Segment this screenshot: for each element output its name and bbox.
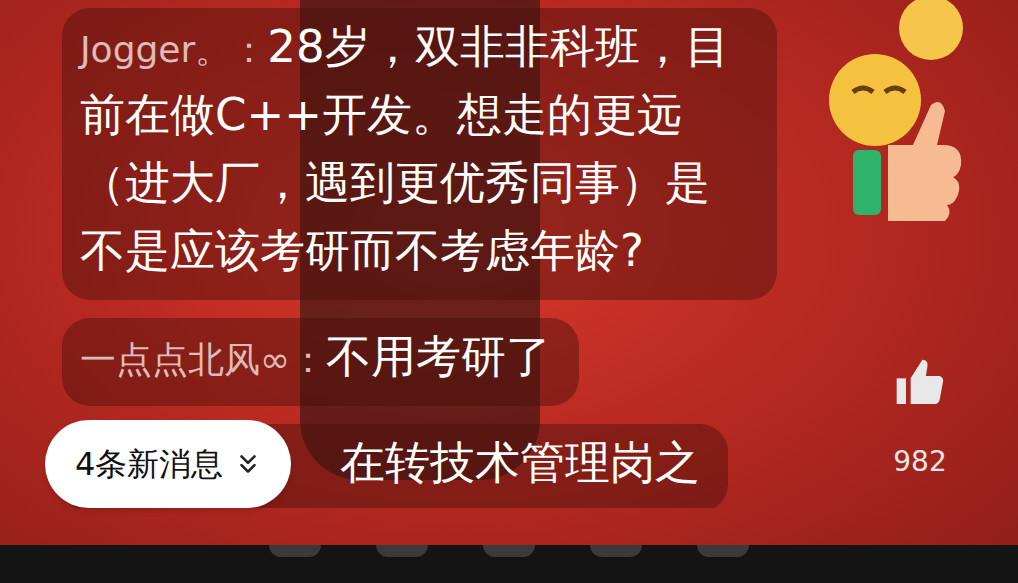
comment-text: 不用考研了 bbox=[326, 330, 551, 383]
comment-bubble[interactable]: Jogger。：28岁，双非非科班，目前在做C++开发。想走的更远（进大厂，遇到… bbox=[62, 8, 777, 300]
video-screen: Jogger。：28岁，双非非科班，目前在做C++开发。想走的更远（进大厂，遇到… bbox=[0, 0, 1018, 583]
comment-user[interactable]: Jogger。 bbox=[80, 29, 231, 70]
bottom-bar bbox=[0, 545, 1018, 583]
new-messages-button[interactable]: 4条新消息 bbox=[45, 420, 291, 508]
bottom-button[interactable] bbox=[483, 545, 535, 557]
comment-separator: ： bbox=[231, 29, 267, 70]
comment-user[interactable]: 一点点北风∞ bbox=[80, 339, 290, 380]
comment-separator: ： bbox=[290, 339, 326, 380]
new-messages-label: 4条新消息 bbox=[75, 440, 223, 488]
bottom-button[interactable] bbox=[269, 545, 321, 557]
like-control[interactable]: 982 bbox=[885, 355, 955, 483]
bottom-button[interactable] bbox=[376, 545, 428, 557]
comment-text: 在转技术管理岗之 bbox=[340, 436, 700, 489]
thinking-emoji-icon bbox=[823, 0, 998, 225]
emoji-sticker bbox=[823, 0, 998, 225]
like-count: 982 bbox=[893, 441, 946, 483]
double-chevron-down-icon bbox=[235, 451, 261, 477]
thumbs-up-icon[interactable] bbox=[892, 355, 948, 411]
comment-bubble[interactable]: 一点点北风∞：不用考研了 bbox=[62, 318, 579, 406]
bottom-button[interactable] bbox=[590, 545, 642, 557]
bottom-button[interactable] bbox=[697, 545, 749, 557]
